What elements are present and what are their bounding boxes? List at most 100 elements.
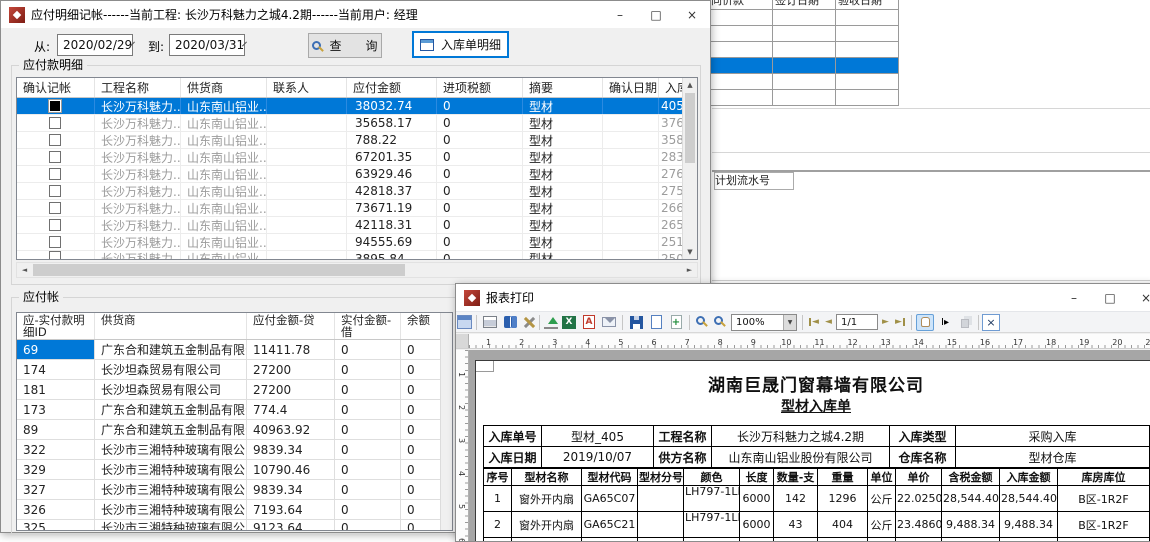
mail-icon[interactable] bbox=[600, 314, 618, 331]
cell-supplier: 长沙坦森贸易有限公司 bbox=[95, 360, 247, 379]
col-debit[interactable]: 实付金额-借 bbox=[335, 313, 401, 339]
close-icon[interactable]: × bbox=[1128, 284, 1150, 311]
zoom-select[interactable]: 100% ▼ bbox=[731, 314, 797, 331]
export-icon[interactable] bbox=[544, 315, 558, 329]
col-credit[interactable]: 应付金额-贷 bbox=[247, 313, 335, 339]
contract-table-row[interactable] bbox=[698, 74, 899, 90]
col-confirm-book[interactable]: 确认记帐 bbox=[17, 78, 95, 97]
account-table-row[interactable]: 69 广东合和建筑五金制品有限公司 11411.78 0 0 bbox=[17, 340, 452, 360]
detail-table-row[interactable]: 长沙万科魅力... 山东南山铝业... 42118.31 0 型材 265 bbox=[17, 217, 697, 234]
page-setup-icon[interactable] bbox=[647, 314, 665, 331]
confirm-checkbox[interactable] bbox=[49, 117, 61, 129]
col-summary[interactable]: 摘要 bbox=[523, 78, 603, 97]
scroll-down-icon[interactable]: ▼ bbox=[683, 245, 697, 259]
print-icon[interactable] bbox=[481, 314, 499, 331]
pdf-export-icon[interactable]: A bbox=[580, 314, 598, 331]
account-table-row[interactable]: 174 长沙坦森贸易有限公司 27200 0 0 bbox=[17, 360, 452, 380]
detail-table-row[interactable]: 长沙万科魅力... 山东南山铝业... 35658.17 0 型材 376 bbox=[17, 115, 697, 132]
account-table-row[interactable]: 327 长沙市三湘特种玻璃有限公司 9839.34 0 0 bbox=[17, 480, 452, 500]
col-project[interactable]: 工程名称 bbox=[95, 78, 181, 97]
from-date-select[interactable]: 2020/02/29 bbox=[57, 34, 133, 56]
last-page-button[interactable]: ► bbox=[893, 314, 908, 330]
col-supplier[interactable]: 供货商 bbox=[95, 313, 247, 339]
col-detail-id[interactable]: 应-实付款明细ID bbox=[17, 313, 95, 339]
scroll-left-icon[interactable]: ◄ bbox=[17, 263, 32, 277]
scrollbar-thumb[interactable] bbox=[33, 264, 405, 276]
inbound-detail-button[interactable]: 入库单明细 bbox=[412, 31, 509, 58]
confirm-checkbox[interactable] bbox=[49, 251, 61, 259]
vertical-scrollbar[interactable] bbox=[440, 313, 452, 530]
contract-table-row[interactable] bbox=[698, 90, 899, 106]
designer-icon[interactable] bbox=[457, 315, 472, 329]
maximize-icon[interactable]: □ bbox=[1092, 284, 1128, 311]
account-table-row[interactable]: 173 广东合和建筑五金制品有限公司 774.4 0 0 bbox=[17, 400, 452, 420]
col-supplier[interactable]: 供货商 bbox=[181, 78, 267, 97]
prev-page-button[interactable]: ◄ bbox=[821, 314, 836, 330]
account-table-row[interactable]: 89 广东合和建筑五金制品有限公司 40963.92 0 0 bbox=[17, 420, 452, 440]
cell-credit: 40963.92 bbox=[247, 420, 335, 439]
col-amount[interactable]: 应付金额 bbox=[347, 78, 437, 97]
minimize-icon[interactable]: – bbox=[1056, 284, 1092, 311]
query-button[interactable]: 查 询 bbox=[308, 33, 382, 58]
confirm-checkbox[interactable] bbox=[49, 100, 61, 112]
scroll-up-icon[interactable]: ▲ bbox=[683, 78, 697, 92]
cell-contact bbox=[267, 132, 347, 148]
close-preview-button[interactable]: × bbox=[982, 314, 1000, 331]
account-table-row[interactable]: 326 长沙市三湘特种玻璃有限公司 7193.64 0 0 bbox=[17, 500, 452, 520]
col-contact[interactable]: 联系人 bbox=[267, 78, 347, 97]
horizontal-scrollbar[interactable]: ◄ ► bbox=[16, 262, 698, 278]
account-table-row[interactable]: 181 长沙坦森贸易有限公司 27200 0 0 bbox=[17, 380, 452, 400]
contract-table-row[interactable] bbox=[698, 58, 899, 74]
detail-table-row[interactable]: 长沙万科魅力... 山东南山铝业... 63929.46 0 型材 276 bbox=[17, 166, 697, 183]
contract-table-row[interactable] bbox=[698, 42, 899, 58]
confirm-checkbox[interactable] bbox=[49, 168, 61, 180]
vertical-scrollbar[interactable]: ▲ ▼ bbox=[682, 78, 697, 259]
excel-export-icon[interactable]: X bbox=[560, 314, 578, 331]
dropdown-icon[interactable]: ▼ bbox=[783, 315, 796, 330]
detail-table-row[interactable]: 长沙万科魅力... 山东南山铝业... 788.22 0 型材 358 bbox=[17, 132, 697, 149]
cell-location: B区-1R2F bbox=[1058, 512, 1150, 538]
detail-table-row[interactable]: 长沙万科魅力... 山东南山铝业... 42818.37 0 型材 275 bbox=[17, 183, 697, 200]
next-page-button[interactable]: ► bbox=[878, 314, 893, 330]
confirm-checkbox[interactable] bbox=[49, 151, 61, 163]
confirm-checkbox[interactable] bbox=[49, 134, 61, 146]
detail-table-row[interactable]: 长沙万科魅力... 山东南山铝业... 3895.84 0 型材 250 bbox=[17, 251, 697, 260]
minimize-icon[interactable]: – bbox=[602, 1, 638, 28]
confirm-checkbox[interactable] bbox=[49, 185, 61, 197]
detail-table-row[interactable]: 长沙万科魅力... 山东南山铝业... 94555.69 0 型材 251 bbox=[17, 234, 697, 251]
preview-area[interactable]: 123456 湖南巨晟门窗幕墙有限公司 型材入库单 入库单号 型材_405 工程… bbox=[456, 350, 1150, 541]
col-tax[interactable]: 进项税额 bbox=[437, 78, 523, 97]
to-date-select[interactable]: 2020/03/31 bbox=[169, 34, 245, 56]
tools-icon[interactable] bbox=[521, 315, 535, 329]
hand-tool-button[interactable] bbox=[916, 314, 934, 331]
maximize-icon[interactable]: □ bbox=[638, 1, 674, 28]
book-icon[interactable] bbox=[501, 314, 519, 331]
account-table-row[interactable]: 325 长沙市三湘特种玻璃有限公司 9123.64 0 0 bbox=[17, 520, 452, 531]
account-table-row[interactable]: 322 长沙市三湘特种玻璃有限公司 9839.34 0 0 bbox=[17, 440, 452, 460]
scrollbar-thumb[interactable] bbox=[685, 93, 695, 163]
col-confirm-date[interactable]: 确认日期 bbox=[603, 78, 659, 97]
detail-table-row[interactable]: 长沙万科魅力... 山东南山铝业... 73671.19 0 型材 266 bbox=[17, 200, 697, 217]
text-select-tool-button[interactable]: I▸ bbox=[936, 314, 954, 331]
first-page-button[interactable]: ◄ bbox=[806, 314, 821, 330]
detail-table-row[interactable]: 长沙万科魅力... 山东南山铝业... 38032.74 0 型材 405 bbox=[17, 98, 697, 115]
contract-table-row[interactable] bbox=[698, 10, 899, 26]
confirm-checkbox[interactable] bbox=[49, 219, 61, 231]
cell-id: 322 bbox=[17, 440, 95, 459]
cell-summary: 型材 bbox=[523, 234, 603, 250]
save-icon[interactable] bbox=[627, 314, 645, 331]
confirm-checkbox[interactable] bbox=[49, 202, 61, 214]
zoom-out-icon[interactable] bbox=[694, 314, 710, 330]
close-icon[interactable]: × bbox=[674, 1, 710, 28]
payables-titlebar[interactable]: 应付明细记帐------当前工程: 长沙万科魅力之城4.2期------当前用户… bbox=[1, 1, 710, 28]
contract-table-row[interactable] bbox=[698, 26, 899, 42]
copy-button[interactable] bbox=[956, 314, 974, 331]
confirm-checkbox[interactable] bbox=[49, 236, 61, 248]
detail-table-row[interactable]: 长沙万科魅力... 山东南山铝业... 67201.35 0 型材 283 bbox=[17, 149, 697, 166]
page-indicator-input[interactable]: 1/1 bbox=[836, 314, 878, 330]
report-titlebar[interactable]: 报表打印 – □ × bbox=[456, 284, 1150, 311]
scroll-right-icon[interactable]: ► bbox=[682, 263, 697, 277]
add-page-icon[interactable]: + bbox=[667, 314, 685, 331]
zoom-in-icon[interactable] bbox=[712, 314, 728, 330]
account-table-row[interactable]: 329 长沙市三湘特种玻璃有限公司 10790.46 0 0 bbox=[17, 460, 452, 480]
